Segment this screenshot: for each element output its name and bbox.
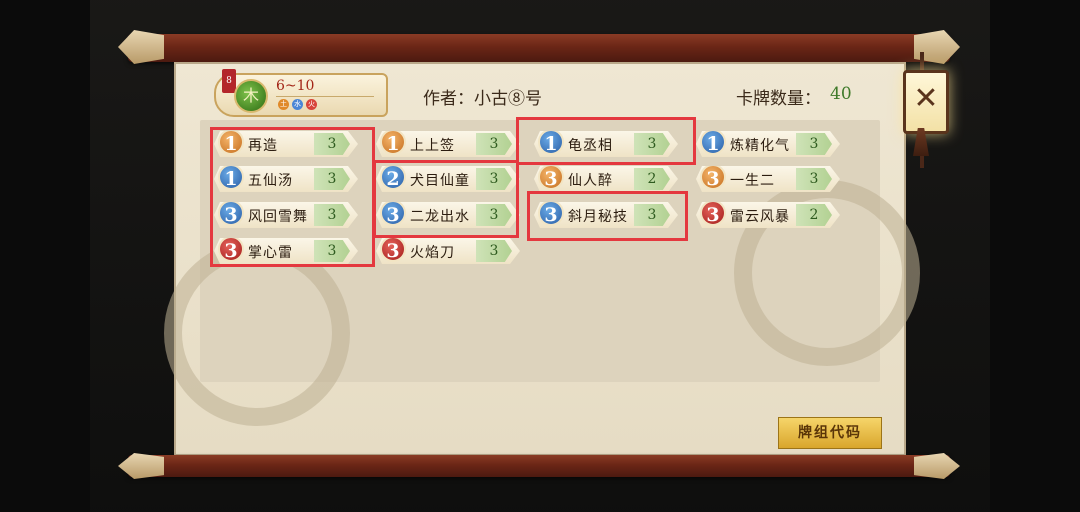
deck-author: 作者：小古⑧号	[423, 89, 542, 109]
card-item[interactable]: 1 炼精化气 3	[696, 131, 840, 157]
card-name: 仙人醉	[568, 173, 613, 189]
highlight-box	[527, 191, 688, 241]
card-item[interactable]: 1 上上签 3	[376, 131, 520, 157]
level-range: 6~10	[276, 78, 315, 94]
scroll-bottom-rod	[118, 453, 950, 479]
card-count: 3	[476, 133, 512, 155]
close-icon[interactable]: ✕	[906, 79, 946, 119]
card-count: 2	[634, 168, 670, 190]
card-count-label: 卡牌数量：	[736, 89, 821, 109]
card-count: 3	[476, 240, 512, 262]
card-count: 3	[796, 168, 832, 190]
card-item[interactable]: 3 火焰刀 3	[376, 238, 520, 264]
deck-tag: 8	[222, 69, 236, 93]
card-item[interactable]: 3 一生二 3	[696, 166, 840, 192]
earth-icon: 土	[278, 99, 289, 110]
cost-badge: 3	[538, 164, 564, 190]
card-item[interactable]: 3 仙人醉 2	[534, 166, 678, 192]
deck-code-button[interactable]: 牌组代码	[778, 417, 882, 449]
wood-element-icon: 木	[234, 79, 268, 113]
highlight-box	[516, 117, 696, 165]
card-count: 3	[796, 133, 832, 155]
cost-badge: 3	[700, 164, 726, 190]
deck-level-badge: 8 木 6~10 土 水 火	[214, 69, 388, 117]
cost-badge: 3	[700, 200, 726, 226]
card-name: 炼精化气	[730, 138, 790, 154]
scroll-top-rod	[118, 30, 950, 64]
cost-badge: 1	[700, 129, 726, 155]
swirl-decoration-left	[164, 240, 350, 426]
card-name: 一生二	[730, 173, 775, 189]
water-icon: 水	[292, 99, 303, 110]
card-name: 上上签	[410, 138, 455, 154]
highlight-box	[210, 127, 375, 267]
card-count-value: 40	[830, 84, 852, 104]
card-name: 火焰刀	[410, 245, 455, 261]
highlight-box	[373, 160, 519, 238]
cost-badge: 3	[380, 236, 406, 262]
fire-icon: 火	[306, 99, 317, 110]
divider	[276, 96, 374, 97]
card-item[interactable]: 3 雷云风暴 2	[696, 202, 840, 228]
card-count: 2	[796, 204, 832, 226]
card-name: 雷云风暴	[730, 209, 790, 225]
close-button[interactable]: ✕	[903, 70, 949, 134]
cost-badge: 1	[380, 129, 406, 155]
